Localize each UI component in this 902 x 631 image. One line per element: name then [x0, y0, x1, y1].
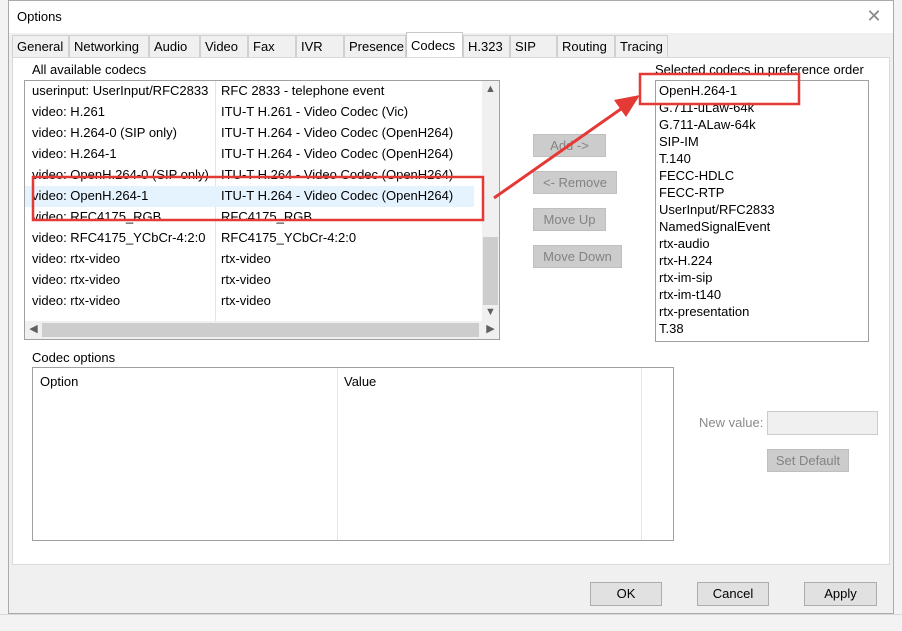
- tab-tracing[interactable]: Tracing: [615, 35, 668, 57]
- codec-description: RFC4175_RGB: [221, 209, 313, 224]
- codec-description: ITU-T H.264 - Video Codec (OpenH264): [221, 125, 454, 140]
- scroll-right-icon[interactable]: ▶: [482, 321, 499, 338]
- background-app-right: [894, 0, 902, 630]
- codec-description: rtx-video: [221, 272, 271, 287]
- codec-name: video: rtx-video: [32, 272, 121, 287]
- apply-button[interactable]: Apply: [804, 582, 877, 606]
- selected-codec-item[interactable]: rtx-im-sip: [659, 270, 712, 285]
- codec-description: rtx-video: [221, 251, 271, 266]
- selected-codec-item[interactable]: OpenH.264-1: [659, 83, 737, 98]
- selected-codec-item[interactable]: G.711-ALaw-64k: [659, 117, 756, 132]
- tab-codecs[interactable]: Codecs: [406, 32, 463, 57]
- vertical-scroll-thumb[interactable]: [483, 237, 498, 305]
- codec-options-table[interactable]: Option Value: [32, 367, 674, 541]
- available-codecs-list[interactable]: userinput: UserInput/RFC2833 RFC 2833 - …: [24, 80, 500, 340]
- codec-description: ITU-T H.264 - Video Codec (OpenH264): [221, 167, 454, 182]
- tab-ivr[interactable]: IVR: [296, 35, 344, 57]
- option-column-header: Option: [40, 374, 79, 389]
- add-button[interactable]: Add ->: [533, 134, 606, 157]
- codec-name: userinput: UserInput/RFC2833: [32, 83, 209, 98]
- codec-name: video: OpenH.264-1: [32, 188, 149, 203]
- selected-codec-item[interactable]: UserInput/RFC2833: [659, 202, 775, 217]
- codec-row[interactable]: video: rtx-video rtx-video: [25, 270, 474, 291]
- codec-name: video: RFC4175_YCbCr-4:2:0: [32, 230, 206, 245]
- selected-codec-item[interactable]: rtx-H.224: [659, 253, 712, 268]
- codec-row[interactable]: video: rtx-video rtx-video: [25, 249, 474, 270]
- available-codecs-label: All available codecs: [32, 62, 147, 77]
- background-app-left: [0, 0, 8, 630]
- codec-name: video: H.261: [32, 104, 105, 119]
- codec-row[interactable]: video: H.264-0 (SIP only) ITU-T H.264 - …: [25, 123, 474, 144]
- codec-name: video: RFC4175_RGB: [32, 209, 162, 224]
- codec-description: rtx-video: [221, 293, 271, 308]
- codec-name: video: rtx-video: [32, 293, 121, 308]
- scroll-up-icon[interactable]: ▲: [482, 81, 499, 98]
- horizontal-scroll-thumb[interactable]: [42, 323, 479, 337]
- codec-name: video: H.264-0 (SIP only): [32, 125, 177, 140]
- scroll-down-icon[interactable]: ▼: [482, 304, 499, 321]
- tab-routing[interactable]: Routing: [557, 35, 615, 57]
- remove-button[interactable]: <- Remove: [533, 171, 617, 194]
- selected-codec-item[interactable]: rtx-presentation: [659, 304, 749, 319]
- codec-description: RFC4175_YCbCr-4:2:0: [221, 230, 357, 245]
- codec-name: video: rtx-video: [32, 251, 121, 266]
- column-separator: [641, 368, 642, 540]
- tab-audio[interactable]: Audio: [149, 35, 200, 57]
- set-default-button[interactable]: Set Default: [767, 449, 849, 472]
- tab-h323[interactable]: H.323: [463, 35, 510, 57]
- tab-presence[interactable]: Presence: [344, 35, 406, 57]
- tab-general[interactable]: General: [12, 35, 69, 57]
- codec-description: ITU-T H.264 - Video Codec (OpenH264): [221, 146, 454, 161]
- scroll-left-icon[interactable]: ◀: [25, 321, 42, 338]
- codec-row[interactable]: video: H.264-1 ITU-T H.264 - Video Codec…: [25, 144, 474, 165]
- codec-row-selected[interactable]: video: OpenH.264-1 ITU-T H.264 - Video C…: [25, 186, 474, 207]
- codec-name: video: H.264-1: [32, 146, 117, 161]
- codec-row[interactable]: video: rtx-video rtx-video: [25, 291, 474, 312]
- selected-codecs-label: Selected codecs in preference order: [655, 62, 864, 77]
- cancel-button[interactable]: Cancel: [697, 582, 769, 606]
- selected-codec-item[interactable]: G.711-uLaw-64k: [659, 100, 754, 115]
- selected-codecs-list[interactable]: OpenH.264-1 G.711-uLaw-64k G.711-ALaw-64…: [655, 80, 869, 342]
- title-bar: Options ✕: [9, 1, 893, 33]
- codec-description: ITU-T H.261 - Video Codec (Vic): [221, 104, 409, 119]
- window-title: Options: [17, 9, 62, 24]
- codec-name: video: OpenH.264-0 (SIP only): [32, 167, 209, 182]
- selected-codec-item[interactable]: rtx-audio: [659, 236, 710, 251]
- close-icon[interactable]: ✕: [863, 5, 885, 27]
- ok-button[interactable]: OK: [590, 582, 662, 606]
- new-value-field[interactable]: [767, 411, 878, 435]
- codec-row[interactable]: video: H.261 ITU-T H.261 - Video Codec (…: [25, 102, 474, 123]
- new-value-label: New value:: [699, 415, 764, 430]
- vertical-scrollbar[interactable]: ▲ ▼: [482, 81, 499, 321]
- selected-codec-item[interactable]: rtx-im-t140: [659, 287, 721, 302]
- horizontal-scrollbar[interactable]: ◀ ▶: [25, 321, 499, 339]
- column-separator: [337, 368, 338, 540]
- background-app-bottom: [0, 614, 902, 631]
- selected-codec-item[interactable]: NamedSignalEvent: [659, 219, 770, 234]
- tab-video[interactable]: Video: [200, 35, 248, 57]
- selected-codec-item[interactable]: T.38: [659, 321, 684, 336]
- codec-row[interactable]: video: RFC4175_YCbCr-4:2:0 RFC4175_YCbCr…: [25, 228, 474, 249]
- selected-codec-item[interactable]: FECC-HDLC: [659, 168, 734, 183]
- tab-bar: General Networking Audio Video Fax IVR P…: [12, 32, 892, 57]
- codec-description: ITU-T H.264 - Video Codec (OpenH264): [221, 188, 454, 203]
- codec-row[interactable]: video: OpenH.264-0 (SIP only) ITU-T H.26…: [25, 165, 474, 186]
- move-up-button[interactable]: Move Up: [533, 208, 606, 231]
- tab-sip[interactable]: SIP: [510, 35, 557, 57]
- tab-fax[interactable]: Fax: [248, 35, 296, 57]
- move-down-button[interactable]: Move Down: [533, 245, 622, 268]
- selected-codec-item[interactable]: T.140: [659, 151, 691, 166]
- codec-row[interactable]: userinput: UserInput/RFC2833 RFC 2833 - …: [25, 81, 474, 102]
- codec-description: RFC 2833 - telephone event: [221, 83, 385, 98]
- value-column-header: Value: [344, 374, 377, 389]
- tab-networking[interactable]: Networking: [69, 35, 149, 57]
- codec-options-label: Codec options: [32, 350, 116, 365]
- selected-codec-item[interactable]: SIP-IM: [659, 134, 699, 149]
- codec-row[interactable]: video: RFC4175_RGB RFC4175_RGB: [25, 207, 474, 228]
- selected-codec-item[interactable]: FECC-RTP: [659, 185, 724, 200]
